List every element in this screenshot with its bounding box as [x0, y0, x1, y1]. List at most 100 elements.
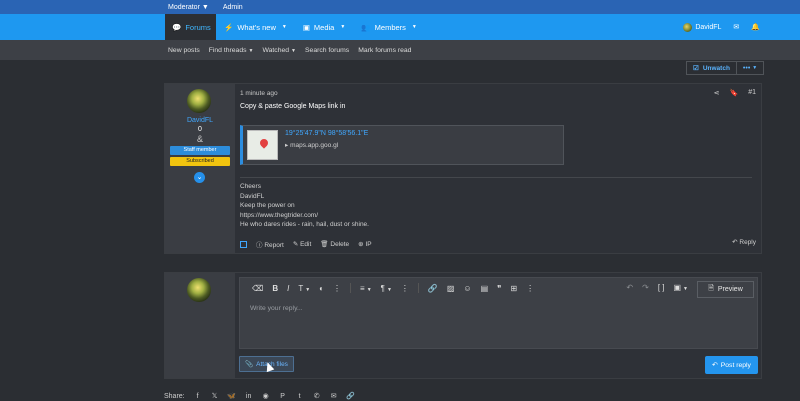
share-bar: Share: f 𝕏 🦋 in ◉ P t ✆ ✉ 🔗 — [164, 392, 355, 401]
preview-button[interactable]: 🗎 Preview — [697, 281, 754, 298]
email-icon[interactable]: ✉ — [330, 392, 338, 400]
user-amp: & — [196, 134, 203, 144]
link-icon[interactable]: 🔗 — [346, 392, 355, 400]
signature: Cheers DavidFL Keep the power on https:/… — [240, 177, 752, 230]
facebook-icon[interactable]: f — [194, 392, 202, 400]
report-button[interactable]: ⓘ Report — [256, 239, 284, 249]
more-options-button[interactable]: ••• ▼ — [736, 61, 765, 75]
link-icon[interactable]: 🔗 — [428, 284, 438, 293]
drafts-icon[interactable]: ▣ ▼ — [673, 283, 688, 292]
post-header-icons: ⋖ 🔖 #1 — [714, 89, 756, 97]
caret-down-icon[interactable]: ▼ — [412, 24, 417, 30]
signature-link[interactable]: https://www.thegtrider.com/ — [240, 211, 752, 221]
bold-icon[interactable]: B — [272, 284, 278, 293]
text-size-icon[interactable]: T ▼ — [298, 284, 310, 293]
bookmark-icon[interactable]: 🔖 — [729, 89, 738, 97]
avatar[interactable] — [187, 89, 211, 113]
ip-button[interactable]: ⊕ IP — [358, 240, 371, 248]
table-icon[interactable]: ⊞ — [510, 284, 517, 293]
trash-icon: 🗑 — [320, 241, 329, 248]
embed-title[interactable]: 19°25'47.9"N 98°58'56.1"E — [285, 130, 368, 137]
smiley-icon[interactable]: ☺ — [463, 284, 471, 293]
whatsapp-icon[interactable]: ✆ — [313, 392, 321, 400]
subnav-new-posts[interactable]: New posts — [168, 47, 200, 54]
x-icon[interactable]: 𝕏 — [211, 392, 219, 400]
bell-icon[interactable]: 🔔 — [751, 23, 760, 31]
edit-label: Edit — [300, 241, 312, 248]
nav-user-area: DavidFL ✉ 🔔 — [683, 14, 760, 40]
checkbox-icon: ☑ — [693, 65, 699, 72]
reddit-icon[interactable]: ◉ — [262, 392, 270, 400]
italic-icon[interactable]: I — [287, 284, 289, 293]
account-username: DavidFL — [695, 23, 722, 31]
nav-media[interactable]: ▣ Media ▼ — [295, 14, 353, 40]
account-menu[interactable]: DavidFL — [683, 22, 722, 32]
globe-icon: ⊕ — [358, 241, 364, 248]
preview-icon: 🗎 — [708, 285, 714, 292]
map-pin-icon — [258, 137, 270, 149]
thread-actions: ☑ Unwatch ••• ▼ — [686, 61, 765, 75]
nav-whats-new-label: What's new — [237, 22, 276, 32]
unwatch-button[interactable]: ☑ Unwatch — [686, 61, 737, 75]
media-icon[interactable]: ▤ — [481, 284, 489, 293]
bbcode-icon[interactable]: [ ] — [658, 283, 665, 292]
more-vertical-icon[interactable]: ⋮ — [526, 284, 534, 293]
caret-down-icon[interactable]: ▼ — [282, 24, 287, 30]
eraser-icon[interactable]: ⌫ — [252, 284, 263, 293]
moderator-menu[interactable]: Moderator ▼ — [168, 4, 209, 11]
caret-down-icon[interactable]: ▼ — [340, 24, 345, 30]
subnav-find-threads[interactable]: Find threads ▼ — [209, 47, 254, 54]
palette-icon[interactable]: ◐ — [319, 284, 324, 293]
subnav-watched-label: Watched — [262, 46, 290, 54]
post-reply-button[interactable]: ↶ Post reply — [705, 356, 758, 374]
select-checkbox[interactable] — [240, 240, 247, 248]
caret-down-icon: ▼ — [248, 47, 254, 54]
nav-members-label: Members — [374, 22, 406, 32]
moderator-label: Moderator — [168, 3, 200, 11]
avatar — [187, 278, 211, 302]
reply-link-label: Reply — [739, 239, 756, 246]
post-time[interactable]: 1 minute ago — [240, 90, 278, 97]
avatar — [683, 22, 693, 32]
linkedin-icon[interactable]: in — [245, 392, 253, 400]
pinterest-icon[interactable]: P — [279, 392, 287, 400]
subnav-mark-read[interactable]: Mark forums read — [358, 47, 411, 54]
sub-nav: New posts Find threads ▼ Watched ▼ Search … — [0, 40, 800, 60]
main-nav: 💬 Forums ⚡ What's new ▼ ▣ Media ▼ 👥 Memb… — [0, 14, 800, 40]
undo-icon[interactable]: ↶ — [626, 283, 633, 292]
quote-icon[interactable]: ❞ — [497, 284, 501, 293]
delete-button[interactable]: 🗑 Delete — [320, 240, 349, 248]
post-username[interactable]: DavidFL — [165, 117, 235, 124]
subnav-watched[interactable]: Watched ▼ — [262, 47, 296, 54]
media-icon: ▣ — [302, 22, 310, 32]
top-bar: Moderator ▼ Admin — [0, 0, 800, 14]
subnav-find-threads-label: Find threads — [208, 46, 247, 54]
toolbar-divider — [350, 283, 352, 293]
more-vertical-icon[interactable]: ⋮ — [333, 284, 341, 293]
nav-members[interactable]: 👥 Members ▼ — [353, 14, 425, 40]
link-embed[interactable]: 19°25'47.9"N 98°58'56.1"E ▸ maps.app.goo… — [240, 125, 564, 165]
inbox-icon[interactable]: ✉ — [733, 23, 739, 31]
more-vertical-icon[interactable]: ⋮ — [401, 284, 409, 293]
caret-down-icon: ▼ — [201, 3, 209, 11]
quick-reply: ⌫ B I T ▼ ◐ ⋮ ≡ ▼ ¶ ▼ ⋮ 🔗 ▨ ☺ ▤ ❞ ⊞ ⋮ ↶ ↷ [… — [164, 272, 762, 379]
subnav-search-forums[interactable]: Search forums — [305, 47, 349, 54]
nav-whats-new[interactable]: ⚡ What's new ▼ — [216, 14, 295, 40]
toolbar-divider — [417, 283, 419, 293]
share-icon[interactable]: ⋖ — [714, 89, 720, 97]
tumblr-icon[interactable]: t — [296, 392, 304, 400]
edit-button[interactable]: ✎ Edit — [293, 240, 311, 248]
admin-link[interactable]: Admin — [223, 4, 243, 11]
post-number[interactable]: #1 — [748, 89, 756, 97]
nav-forums[interactable]: 💬 Forums — [165, 14, 216, 40]
post-message: Copy & paste Google Maps link in — [240, 103, 346, 110]
expand-icon[interactable]: ⌄ — [194, 172, 205, 183]
post: DavidFL 0 & Staff member Subscribed ⌄ 1 … — [164, 83, 762, 254]
reply-editor[interactable]: ⌫ B I T ▼ ◐ ⋮ ≡ ▼ ¶ ▼ ⋮ 🔗 ▨ ☺ ▤ ❞ ⊞ ⋮ ↶ ↷ [… — [239, 277, 758, 349]
align-icon[interactable]: ≡ ▼ — [360, 284, 372, 293]
bluesky-icon[interactable]: 🦋 — [227, 392, 236, 400]
reply-link[interactable]: ↶ Reply — [732, 238, 756, 246]
paragraph-icon[interactable]: ¶ ▼ — [381, 284, 392, 293]
image-icon[interactable]: ▨ — [447, 284, 455, 293]
redo-icon[interactable]: ↷ — [642, 283, 649, 292]
